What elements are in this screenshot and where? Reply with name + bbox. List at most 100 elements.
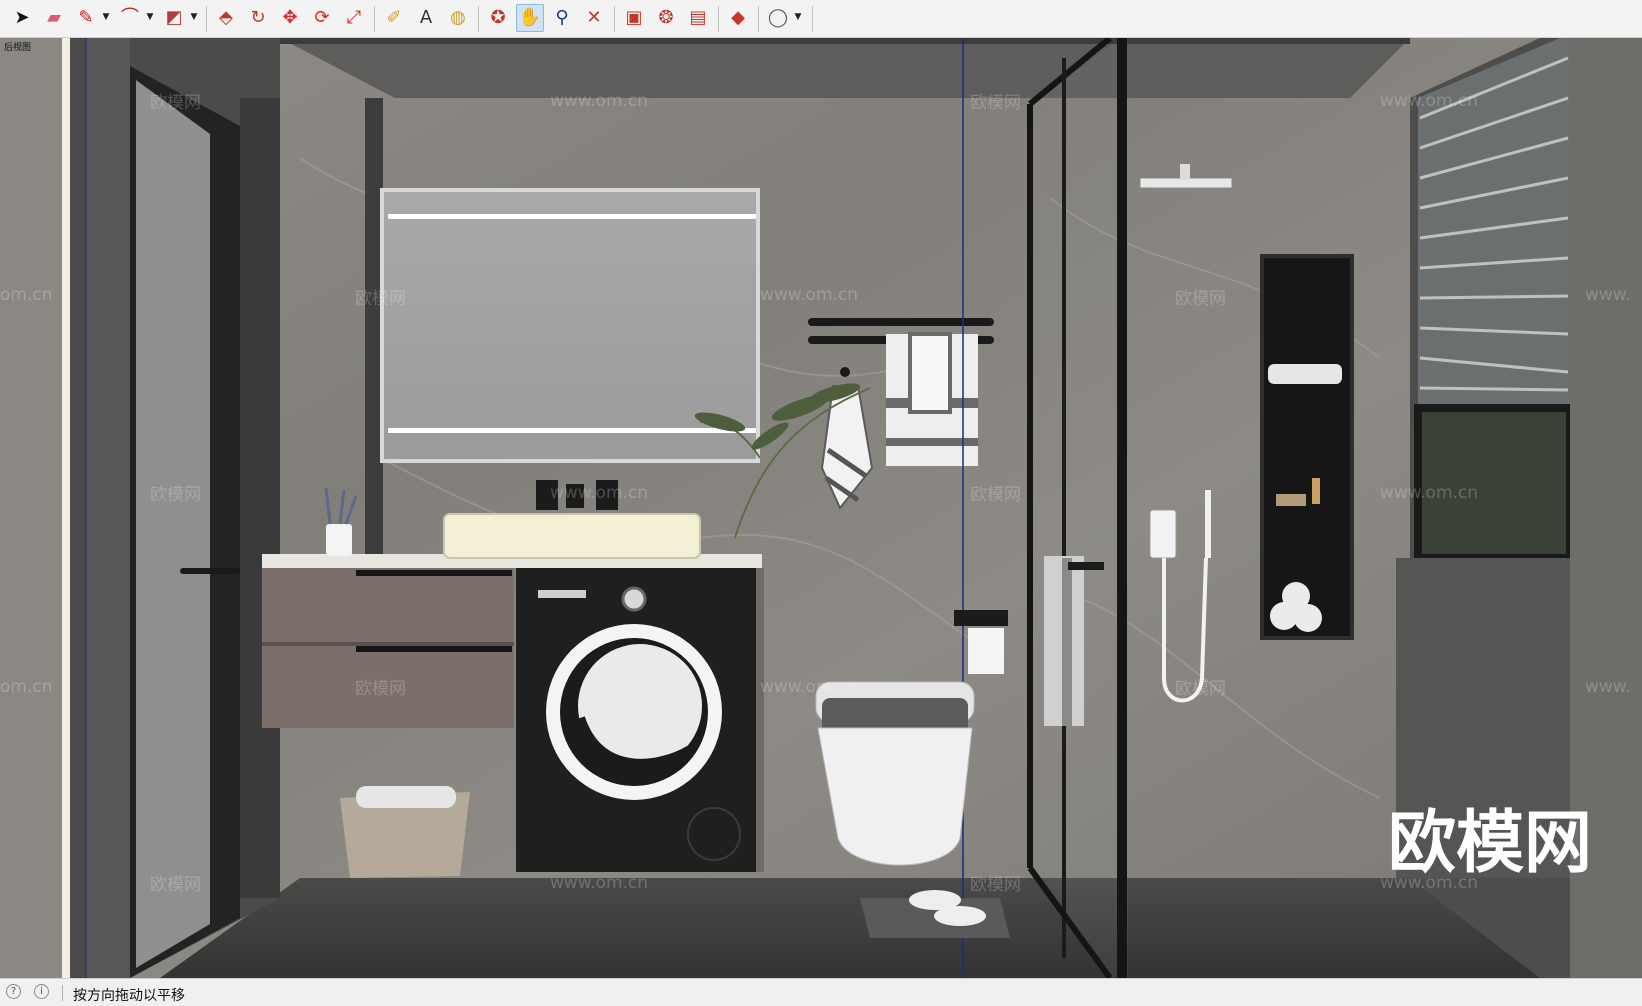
bathroom-scene: 欧模网 www.om.cn 欧模网 www.om.cn 欧模网 www.om.c… — [0, 38, 1642, 978]
watermark-text: 欧模网 — [970, 93, 1021, 113]
drawer-split — [262, 642, 514, 646]
niche-soap — [1276, 494, 1306, 506]
eraser-tool[interactable]: ▰ — [40, 4, 68, 32]
info-icon[interactable]: i — [34, 984, 49, 999]
toolbar-end — [812, 6, 813, 32]
shower-towel-fold — [1062, 558, 1072, 726]
text-icon: A — [419, 7, 433, 28]
warehouse-tool[interactable]: ▣ — [620, 4, 648, 32]
watermark-text: 欧模网 — [1175, 289, 1226, 309]
washer-detergent-tray — [538, 590, 586, 598]
watermark-url: www.om.cn — [760, 285, 858, 305]
toilet-paper-roll — [968, 628, 1004, 674]
watermark-url: www.om.cn — [1380, 483, 1478, 503]
eraser-icon: ▰ — [47, 7, 61, 28]
toilet-paper-holder — [954, 610, 1008, 626]
move-tool[interactable]: ✥ — [276, 4, 304, 32]
wall-light-strip — [62, 38, 70, 978]
watermark-url: om.cn — [0, 285, 53, 305]
select-tool[interactable]: ➤ — [8, 4, 36, 32]
ruby-console-tool[interactable]: ◆ — [724, 4, 752, 32]
chevron-down-icon[interactable]: ▼ — [101, 12, 111, 24]
ceiling-edge — [280, 38, 1410, 44]
model-viewport[interactable]: 欧模网 www.om.cn 欧模网 www.om.cn 欧模网 www.om.c… — [0, 38, 1642, 978]
arc-icon: ⌒ — [121, 7, 139, 28]
niche-towel-roll-3 — [1282, 582, 1310, 610]
text-tool[interactable]: A — [412, 4, 440, 32]
status-bar: ? i 按方向拖动以平移 — [0, 978, 1642, 1006]
pencil-icon: ✎ — [78, 7, 94, 28]
tape-measure-tool[interactable]: ✐ — [380, 4, 408, 32]
layout-icon: ▤ — [689, 7, 707, 28]
door-reveal — [240, 98, 280, 898]
pan-tool[interactable]: ✋ — [516, 4, 544, 32]
account-tool[interactable]: ◯ — [764, 4, 792, 32]
tape-measure-icon: ✐ — [386, 7, 402, 28]
rectangle-tool[interactable]: ◩ — [160, 4, 188, 32]
watermark-text: 欧模网 — [150, 93, 201, 113]
vanity-side-panel — [756, 568, 764, 872]
ceiling — [280, 38, 1410, 98]
niche-rolled-towel — [1268, 364, 1342, 384]
move-icon: ✥ — [282, 7, 298, 28]
paint-bucket-icon: ◍ — [450, 7, 466, 28]
toolbar-separator — [614, 6, 615, 32]
pan-hand-icon: ✋ — [518, 7, 542, 28]
chevron-down-icon[interactable]: ▼ — [145, 12, 155, 24]
push-pull-tool[interactable]: ⬘ — [212, 4, 240, 32]
ruby-gem-icon: ◆ — [731, 7, 745, 28]
push-pull-icon: ⬘ — [219, 7, 233, 28]
shower-glass — [1030, 38, 1128, 978]
watermark-url: www. — [1585, 677, 1631, 697]
watermark-url: www.om.cn — [550, 91, 648, 111]
scale-icon: ⤢ — [346, 7, 362, 28]
offset-tool[interactable]: ↻ — [244, 4, 272, 32]
zoom-extents-tool[interactable]: ✕ — [580, 4, 608, 32]
vessel-sink — [443, 513, 701, 559]
washer-dial — [621, 586, 647, 612]
drawer-handle-bottom — [356, 646, 512, 652]
door-handle — [180, 568, 240, 574]
view-label: 后视图 — [4, 43, 32, 53]
watermark-text: 欧模网 — [970, 875, 1021, 895]
watermark-logo: 欧模网 — [1388, 804, 1592, 883]
chevron-down-icon[interactable]: ▼ — [189, 12, 199, 24]
layout-tool[interactable]: ▤ — [684, 4, 712, 32]
user-account-icon: ◯ — [767, 7, 789, 28]
drawer-handle-top — [356, 570, 512, 576]
chevron-down-icon[interactable]: ▼ — [793, 12, 803, 24]
line-tool[interactable]: ✎ — [72, 4, 100, 32]
status-text: 按方向拖动以平移 — [73, 988, 185, 1004]
slipper-right — [934, 906, 986, 926]
watermark-url: www.om.cn — [550, 873, 648, 893]
orbit-tool[interactable]: ✪ — [484, 4, 512, 32]
extension-icon: ❂ — [658, 7, 674, 28]
niche-bottle — [1312, 478, 1320, 504]
watermark-text: 欧模网 — [355, 679, 406, 699]
status-divider — [62, 985, 63, 1001]
extension-tool[interactable]: ❂ — [652, 4, 680, 32]
scale-tool[interactable]: ⤢ — [340, 4, 368, 32]
rotate-tool[interactable]: ⟳ — [308, 4, 336, 32]
geo-location-icon[interactable]: ? — [6, 984, 21, 999]
mirror-light-top — [388, 214, 756, 219]
paint-bucket-tool[interactable]: ◍ — [444, 4, 472, 32]
zoom-tool[interactable]: ⚲ — [548, 4, 576, 32]
left-pillar — [86, 38, 130, 978]
toolbar-separator — [206, 6, 207, 32]
zoom-icon: ⚲ — [555, 7, 569, 28]
left-marble-panel — [0, 38, 62, 978]
arc-tool[interactable]: ⌒ — [116, 4, 144, 32]
toolbar-separator — [374, 6, 375, 32]
main-toolbar: ➤ ▰ ✎ ▼ ⌒ ▼ ◩ ▼ ⬘ ↻ ✥ ⟳ ⤢ ✐ A ◍ ✪ ✋ ⚲ ✕ ▣ ❂ ▤ ◆ ◯ ▼ — [0, 0, 1642, 38]
watermark-url: www.om.cn — [550, 483, 648, 503]
towel-inner — [908, 332, 952, 414]
robe-hook — [840, 367, 850, 377]
orbit-icon: ✪ — [490, 7, 506, 28]
watermark-text: 欧模网 — [150, 875, 201, 895]
watermark-url: www. — [1585, 285, 1631, 305]
shower-arm — [1180, 164, 1190, 180]
watermark-text: 欧模网 — [355, 289, 406, 309]
toolbar-separator — [478, 6, 479, 32]
watermark-text: 欧模网 — [1175, 679, 1226, 699]
